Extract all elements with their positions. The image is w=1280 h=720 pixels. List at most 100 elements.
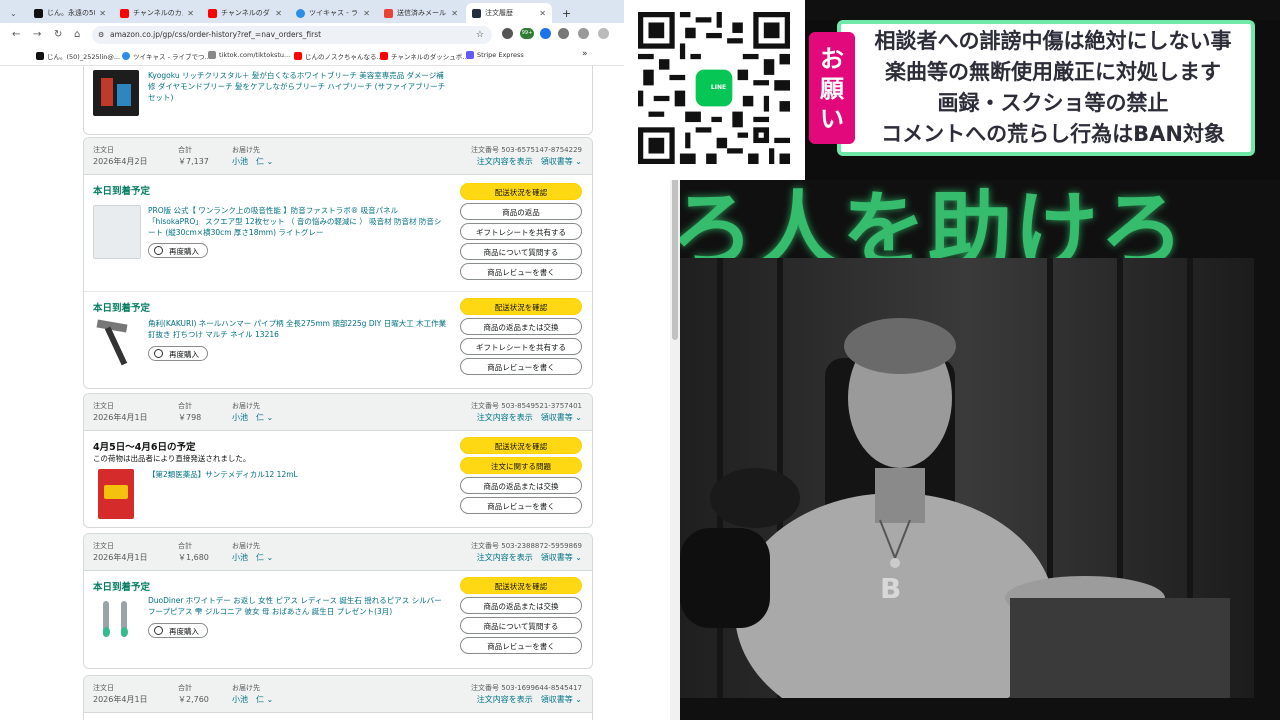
rebuy-button[interactable]: 再度購入: [148, 346, 208, 361]
x-icon: [36, 52, 44, 60]
return-or-exchange-button[interactable]: 商品の返品または交換: [460, 477, 582, 494]
extension-icon[interactable]: [502, 28, 513, 39]
tab-twitcasting[interactable]: ツイキャス - ライブ✕: [290, 3, 376, 23]
receipt-dropdown[interactable]: 領収書等 ⌄: [541, 695, 582, 704]
bookmark-item[interactable]: じん。(50)_2525lin@...: [36, 51, 120, 61]
ask-question-button[interactable]: 商品について質問する: [460, 617, 582, 634]
product-title-link[interactable]: Kyogoku リッチクリスタル＋ 髪が白くなるホワイトブリーチ 美容室専売品 …: [148, 70, 448, 103]
bookmarks-overflow[interactable]: »: [582, 49, 588, 59]
bookmark-item[interactable]: ツイキャス - ライブでつ...: [122, 51, 211, 61]
product-title-link[interactable]: 角利(KAKURI) ネールハンマー パイプ柄 全長275mm 頭部225g D…: [148, 318, 448, 340]
x-icon: [34, 8, 43, 18]
close-icon[interactable]: ✕: [187, 9, 194, 18]
svg-text:B: B: [880, 572, 901, 605]
track-package-button[interactable]: 配送状況を確認: [460, 577, 582, 594]
ask-question-button[interactable]: 商品について質問する: [460, 243, 582, 260]
forward-icon[interactable]: →: [33, 29, 41, 40]
tab-order-history[interactable]: 注文履歴 ✕: [466, 3, 552, 23]
bookmark-item[interactable]: じんのノスクちゃんなる...: [294, 51, 383, 61]
rebuy-button[interactable]: 再度購入: [148, 243, 208, 258]
track-package-button[interactable]: 配送状況を確認: [460, 183, 582, 200]
home-icon[interactable]: ⌂: [74, 29, 80, 40]
puzzle-icon[interactable]: [578, 28, 589, 39]
write-review-button[interactable]: 商品レビューを書く: [460, 263, 582, 280]
tab-gmail[interactable]: 送信済みメール - ✕: [378, 3, 464, 23]
bookmark-item[interactable]: tiktok.com/tiktokstu...: [208, 51, 290, 59]
product-title-link[interactable]: DuoDiner ホワイトデー お返し 女性 ピアス レディース 誕生石 揺れる…: [148, 595, 448, 617]
bookmark-item[interactable]: チャンネルのダッシュボ...: [380, 51, 469, 61]
delivery-status: 本日到着予定: [93, 582, 151, 593]
order-header: 注文日 2026年4月1日 合計 ￥2,760 お届け先 小池 仁 ⌄ 注文番号 50…: [84, 676, 592, 713]
extension-badge[interactable]: 99+: [520, 28, 534, 39]
write-review-button[interactable]: 商品レビューを書く: [460, 637, 582, 654]
youtube-icon: [294, 52, 302, 60]
delivery-status: 本日到着予定: [93, 186, 151, 197]
stream-rules-notice: お願い 相談者への誹謗中傷は絶対にしない事 楽曲等の無断使用厳正に対処します 画…: [809, 20, 1256, 158]
bookmark-item[interactable]: Stripe Express: [466, 51, 524, 59]
return-or-exchange-button[interactable]: 商品の返品または交換: [460, 597, 582, 614]
close-icon[interactable]: ✕: [275, 9, 282, 18]
product-title-link[interactable]: 【第2類医薬品】サンテメディカル12 12mL: [148, 469, 448, 480]
notice-tag: お願い: [809, 32, 855, 144]
back-icon[interactable]: ←: [12, 29, 20, 40]
new-tab-button[interactable]: +: [556, 3, 574, 23]
bookmark-star-icon[interactable]: ☆: [476, 26, 484, 44]
order-problem-button[interactable]: 注文に関する問題: [460, 457, 582, 474]
product-title-link[interactable]: PRO版 公式【 ワンランク上の吸音性能 】防音ファストラボ® 吸音パネル「hi…: [148, 205, 448, 238]
ship-to-dropdown[interactable]: 小池 仁 ⌄: [232, 156, 273, 167]
close-icon[interactable]: ✕: [363, 9, 370, 18]
ship-to-dropdown[interactable]: 小池 仁 ⌄: [232, 694, 273, 705]
close-icon[interactable]: ✕: [539, 9, 546, 18]
order-history-page: Kyogoku リッチクリスタル＋ 髪が白くなるホワイトブリーチ 美容室専売品 …: [0, 66, 670, 720]
rebuy-button[interactable]: 再度購入: [148, 623, 208, 638]
product-image[interactable]: [93, 595, 139, 647]
close-icon[interactable]: ✕: [99, 9, 106, 18]
site-info-icon[interactable]: ⚙: [98, 26, 104, 44]
order-details-link[interactable]: 注文内容を表示: [477, 553, 533, 562]
order-header: 注文日 2026年4月1日 合計 ￥798 お届け先 小池 仁 ⌄ 注文番号 503-…: [84, 394, 592, 431]
bookmarks-bar: じん。(50)_2525lin@... ツイキャス - ライブでつ... tik…: [0, 47, 680, 66]
twitcasting-icon: [296, 8, 305, 18]
order-details-link[interactable]: 注文内容を表示: [477, 695, 533, 704]
receipt-dropdown[interactable]: 領収書等 ⌄: [541, 157, 582, 166]
product-image[interactable]: [98, 469, 134, 519]
order-card: 注文日 2026年4月1日 合計 ￥2,760 お届け先 小池 仁 ⌄ 注文番号 50…: [83, 675, 593, 720]
notice-line: 楽曲等の無断使用厳正に対処します: [885, 60, 1221, 84]
refresh-icon: [154, 246, 163, 255]
product-image[interactable]: [93, 70, 139, 116]
extension-icon[interactable]: [540, 28, 551, 39]
sidepanel-icon[interactable]: [598, 28, 609, 39]
ship-to-dropdown[interactable]: 小池 仁 ⌄: [232, 412, 273, 423]
track-package-button[interactable]: 配送状況を確認: [460, 298, 582, 315]
order-card: 注文日 2026年4月2日 合計 ￥7,137 お届け先 小池 仁 ⌄ 注文番号 50…: [83, 137, 593, 389]
ship-to-dropdown[interactable]: 小池 仁 ⌄: [232, 552, 273, 563]
order-details-link[interactable]: 注文内容を表示: [477, 413, 533, 422]
receipt-dropdown[interactable]: 領収書等 ⌄: [541, 413, 582, 422]
tab-x[interactable]: じん。永遠の58で✕: [28, 3, 112, 23]
reload-icon[interactable]: ↻: [54, 29, 62, 40]
refresh-icon: [154, 349, 163, 358]
write-review-button[interactable]: 商品レビューを書く: [460, 358, 582, 375]
tab-youtube-channel[interactable]: チャンネルのカスタ✕: [114, 3, 200, 23]
stripe-icon: [466, 51, 474, 59]
product-image[interactable]: [93, 205, 141, 259]
return-or-exchange-button[interactable]: 商品の返品または交換: [460, 318, 582, 335]
tab-youtube-dashboard[interactable]: チャンネルのダッシ✕: [202, 3, 288, 23]
return-button[interactable]: 商品の返品: [460, 203, 582, 220]
track-package-button[interactable]: 配送状況を確認: [460, 437, 582, 454]
close-icon[interactable]: ✕: [451, 9, 458, 18]
order-details-link[interactable]: 注文内容を表示: [477, 157, 533, 166]
extension-icon[interactable]: [558, 28, 569, 39]
receipt-dropdown[interactable]: 領収書等 ⌄: [541, 553, 582, 562]
write-review-button[interactable]: 商品レビューを書く: [460, 497, 582, 514]
share-gift-receipt-button[interactable]: ギフトレシートを共有する: [460, 223, 582, 240]
share-gift-receipt-button[interactable]: ギフトレシートを共有する: [460, 338, 582, 355]
tab-strip: ⌄ じん。永遠の58で✕ チャンネルのカスタ✕ チャンネルのダッシ✕ ツイキャス…: [0, 0, 680, 23]
line-badge: LINE: [710, 84, 727, 91]
order-card: 注文日 2026年4月1日 合計 ￥798 お届け先 小池 仁 ⌄ 注文番号 503-…: [83, 393, 593, 528]
address-bar[interactable]: ⚙ amazon.co.jp/gp/css/order-history?ref_…: [92, 26, 492, 44]
product-image[interactable]: [93, 318, 139, 370]
neon-sign: ろ人を助けろ: [680, 182, 1187, 270]
order-item: 本日到着予定 角利(KAKURI) ネールハンマー パイプ柄 全長275mm 頭…: [84, 291, 592, 388]
tab-search-button[interactable]: ⌄: [4, 3, 24, 23]
